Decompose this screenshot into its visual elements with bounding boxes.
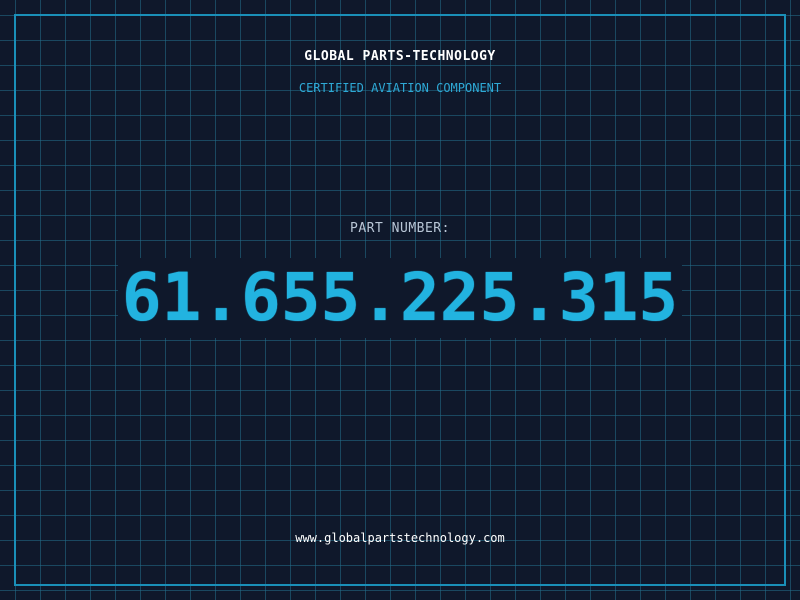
- label-card: GLOBAL PARTS-TECHNOLOGY CERTIFIED AVIATI…: [0, 0, 800, 600]
- part-number-label: PART NUMBER:: [350, 221, 450, 236]
- part-number-container: 61.655.225.315: [0, 258, 800, 338]
- part-number-value: 61.655.225.315: [117, 258, 683, 338]
- brand-subtitle: CERTIFIED AVIATION COMPONENT: [298, 81, 502, 95]
- website-url: www.globalpartstechnology.com: [295, 531, 505, 545]
- brand-name: GLOBAL PARTS-TECHNOLOGY: [304, 49, 496, 64]
